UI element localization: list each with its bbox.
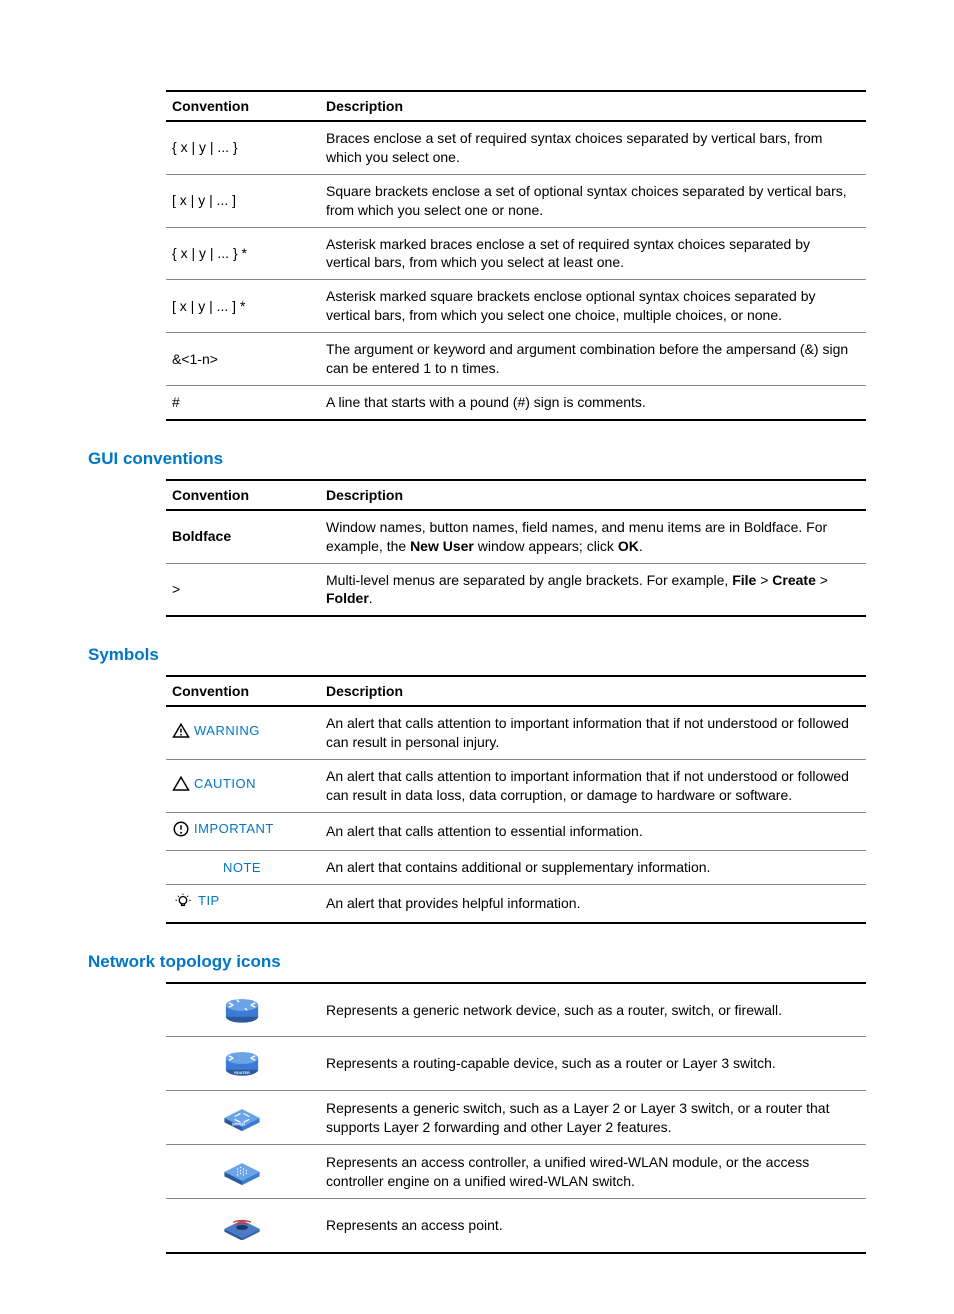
table-row: CAUTION An alert that calls attention to… <box>166 760 866 813</box>
description-cell: An alert that provides helpful informati… <box>320 884 866 922</box>
header-description: Description <box>320 480 866 510</box>
table-row: Represents an access point. <box>166 1199 866 1253</box>
icon-cell: ROUTER <box>166 1037 320 1091</box>
header-convention: Convention <box>166 91 320 121</box>
icon-cell: SWITCH <box>166 1091 320 1145</box>
description-cell: Represents an access point. <box>320 1199 866 1253</box>
symbol-cell: WARNING <box>166 706 320 759</box>
convention-cell: { x | y | ... } <box>166 121 320 174</box>
table-row: IMPORTANT An alert that calls attention … <box>166 812 866 850</box>
description-cell: The argument or keyword and argument com… <box>320 333 866 386</box>
generic-network-device-icon <box>220 991 264 1025</box>
description-cell: Window names, button names, field names,… <box>320 510 866 563</box>
table-row: &<1-n> The argument or keyword and argum… <box>166 333 866 386</box>
svg-text:SWITCH: SWITCH <box>232 1123 246 1127</box>
gui-conventions-table: Convention Description Boldface Window n… <box>166 479 866 618</box>
table-row: # A line that starts with a pound (#) si… <box>166 385 866 419</box>
gui-conventions-heading: GUI conventions <box>88 449 866 469</box>
header-description: Description <box>320 91 866 121</box>
symbol-label: IMPORTANT <box>194 820 274 838</box>
header-convention: Convention <box>166 676 320 706</box>
convention-cell: # <box>166 385 320 419</box>
convention-cell: &<1-n> <box>166 333 320 386</box>
convention-cell: Boldface <box>166 510 320 563</box>
description-cell: Square brackets enclose a set of optiona… <box>320 174 866 227</box>
convention-cell: [ x | y | ... ] <box>166 174 320 227</box>
table-row: [ x | y | ... ] Square brackets enclose … <box>166 174 866 227</box>
table-row: Represents an access controller, a unifi… <box>166 1145 866 1199</box>
symbols-table: Convention Description WARNING An alert … <box>166 675 866 923</box>
description-cell: Represents a generic switch, such as a L… <box>320 1091 866 1145</box>
symbol-cell: IMPORTANT <box>166 812 320 850</box>
network-topology-table: Represents a generic network device, suc… <box>166 982 866 1254</box>
tip-bulb-icon <box>172 892 194 910</box>
description-cell: Represents a routing-capable device, suc… <box>320 1037 866 1091</box>
svg-text:ROUTER: ROUTER <box>234 1072 250 1076</box>
description-cell: An alert that calls attention to importa… <box>320 760 866 813</box>
icon-cell <box>166 983 320 1037</box>
convention-cell: > <box>166 563 320 616</box>
icon-cell <box>166 1199 320 1253</box>
syntax-conventions-table: Convention Description { x | y | ... } B… <box>166 90 866 421</box>
description-cell: Asterisk marked square brackets enclose … <box>320 280 866 333</box>
convention-cell: [ x | y | ... ] * <box>166 280 320 333</box>
table-row: { x | y | ... } Braces enclose a set of … <box>166 121 866 174</box>
symbol-label: TIP <box>198 892 220 910</box>
symbol-label: NOTE <box>223 860 261 875</box>
symbol-cell: CAUTION <box>166 760 320 813</box>
table-row: { x | y | ... } * Asterisk marked braces… <box>166 227 866 280</box>
router-device-icon: ROUTER <box>220 1044 264 1078</box>
table-row: [ x | y | ... ] * Asterisk marked square… <box>166 280 866 333</box>
symbol-label: WARNING <box>194 722 260 740</box>
symbol-cell: NOTE <box>166 850 320 884</box>
description-cell: Asterisk marked braces enclose a set of … <box>320 227 866 280</box>
table-row: Boldface Window names, button names, fie… <box>166 510 866 563</box>
table-row: WARNING An alert that calls attention to… <box>166 706 866 759</box>
access-controller-icon <box>220 1152 264 1186</box>
symbol-cell: TIP <box>166 884 320 922</box>
table-row: TIP An alert that provides helpful infor… <box>166 884 866 922</box>
table-row: ROUTER Represents a routing-capable devi… <box>166 1037 866 1091</box>
icon-cell <box>166 1145 320 1199</box>
switch-device-icon: SWITCH <box>220 1098 264 1132</box>
network-topology-heading: Network topology icons <box>88 952 866 972</box>
description-cell: Braces enclose a set of required syntax … <box>320 121 866 174</box>
description-cell: An alert that calls attention to importa… <box>320 706 866 759</box>
table-row: Represents a generic network device, suc… <box>166 983 866 1037</box>
description-cell: An alert that calls attention to essenti… <box>320 812 866 850</box>
table-row: NOTE An alert that contains additional o… <box>166 850 866 884</box>
table-row: > Multi-level menus are separated by ang… <box>166 563 866 616</box>
table-row: SWITCH Represents a generic switch, such… <box>166 1091 866 1145</box>
warning-triangle-icon <box>172 722 190 740</box>
description-cell: A line that starts with a pound (#) sign… <box>320 385 866 419</box>
caution-triangle-icon <box>172 775 190 793</box>
description-cell: Represents a generic network device, suc… <box>320 983 866 1037</box>
important-circle-icon <box>172 820 190 838</box>
symbols-heading: Symbols <box>88 645 866 665</box>
access-point-icon <box>220 1206 264 1240</box>
header-description: Description <box>320 676 866 706</box>
description-cell: An alert that contains additional or sup… <box>320 850 866 884</box>
description-cell: Represents an access controller, a unifi… <box>320 1145 866 1199</box>
convention-cell: { x | y | ... } * <box>166 227 320 280</box>
description-cell: Multi-level menus are separated by angle… <box>320 563 866 616</box>
header-convention: Convention <box>166 480 320 510</box>
symbol-label: CAUTION <box>194 775 256 793</box>
